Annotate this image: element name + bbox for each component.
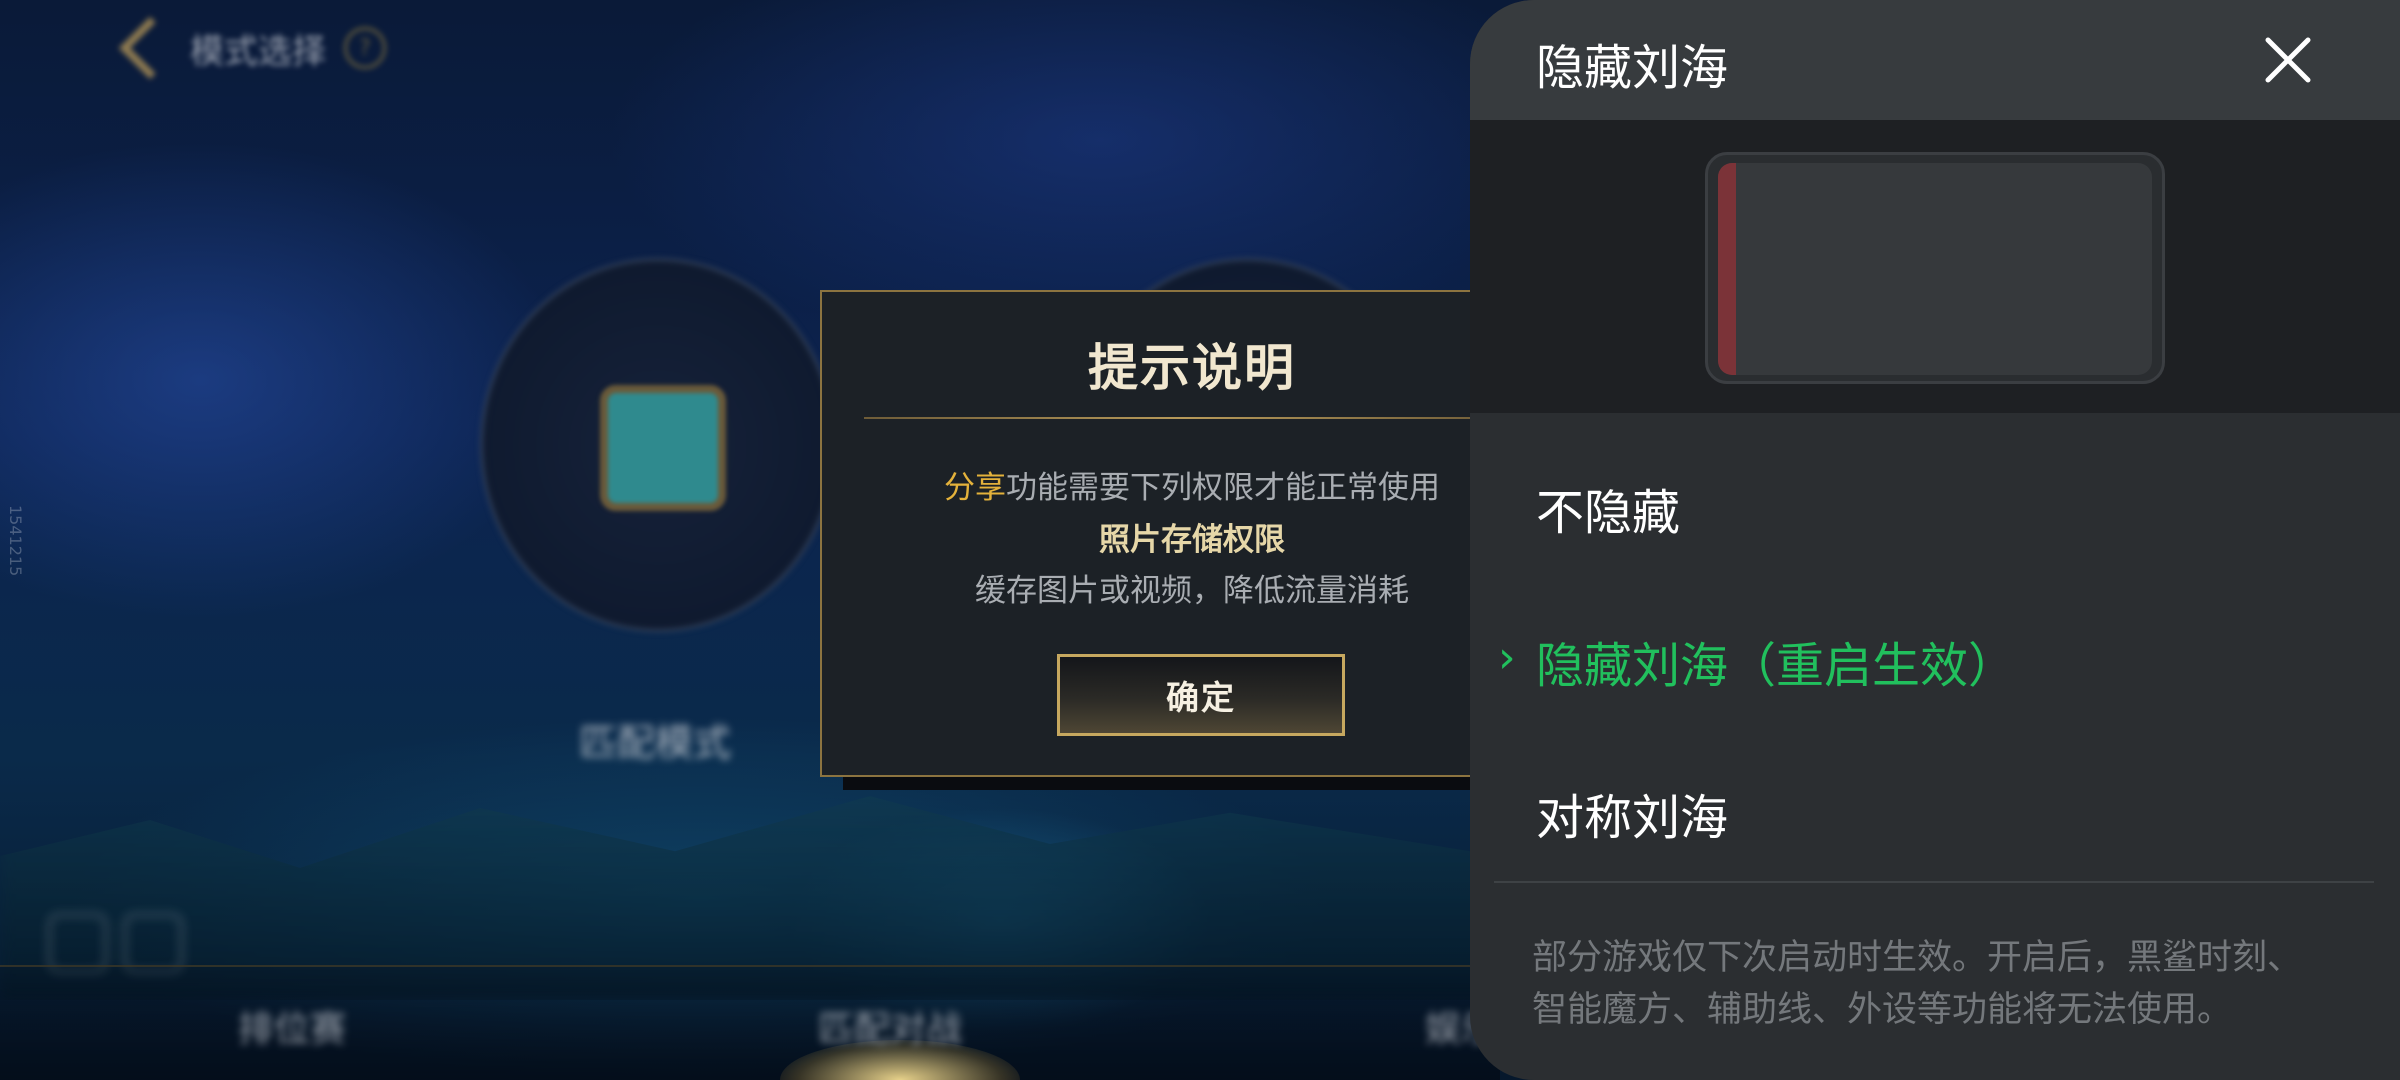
dialog-divider bbox=[864, 417, 1504, 419]
mode-label: 匹配模式 bbox=[578, 721, 731, 765]
dialog-share-highlight: 分享 bbox=[944, 470, 1006, 506]
dialog-intro-text: 功能需要下列权限才能正常使用 bbox=[1006, 470, 1440, 506]
top-nav: 模式选择 ? bbox=[118, 16, 386, 80]
panel-header: 隐藏刘海 bbox=[1470, 0, 2400, 120]
permission-dialog: 提示说明 分享功能需要下列权限才能正常使用 照片存储权限 缓存图片或视频，降低流… bbox=[820, 290, 1504, 777]
hide-notch-panel: 隐藏刘海 不隐藏 › 隐藏刘海（重启生效） 对称刘海 部分游戏仅下次启动时生效。… bbox=[1470, 0, 2400, 1080]
top-nav-title: 模式选择 bbox=[190, 31, 326, 72]
mode-icon bbox=[600, 385, 726, 511]
phone-preview bbox=[1705, 152, 2165, 384]
bottom-bar bbox=[0, 965, 1500, 1080]
screen: 模式选择 ? 匹配模式 1541215 ▢▢ 排位赛 匹配对战 娱乐 提示说明 … bbox=[0, 0, 2400, 1080]
confirm-button[interactable]: 确定 bbox=[1057, 654, 1345, 736]
bottom-tab-ranked[interactable]: 排位赛 bbox=[238, 1000, 346, 1052]
panel-title: 隐藏刘海 bbox=[1536, 40, 1729, 96]
phone-preview-screen bbox=[1718, 163, 2152, 375]
notch-preview-area bbox=[1470, 120, 2400, 413]
panel-note: 部分游戏仅下次启动时生效。开启后，黑鲨时刻、 智能魔方、辅助线、外设等功能将无法… bbox=[1532, 932, 2372, 1036]
help-icon[interactable]: ? bbox=[344, 27, 386, 69]
back-icon[interactable] bbox=[118, 16, 182, 80]
selected-arrow-icon: › bbox=[1498, 632, 1516, 683]
option-no-hide[interactable]: 不隐藏 bbox=[1536, 473, 1680, 543]
dialog-permission-desc: 缓存图片或视频，降低流量消耗 bbox=[975, 573, 1409, 609]
panel-note-line-2: 智能魔方、辅助线、外设等功能将无法使用。 bbox=[1532, 990, 2233, 1030]
bottom-tab-match[interactable]: 匹配对战 bbox=[818, 1000, 962, 1052]
option-symmetric-notch[interactable]: 对称刘海 bbox=[1536, 778, 1728, 848]
dialog-permission-name: 照片存储权限 bbox=[1099, 522, 1285, 558]
close-icon[interactable] bbox=[2258, 30, 2318, 90]
panel-divider bbox=[1494, 881, 2374, 883]
notch-indicator bbox=[1718, 163, 1736, 375]
dialog-permission-intro: 分享功能需要下列权限才能正常使用 bbox=[822, 462, 1562, 507]
side-id-text: 1541215 bbox=[6, 505, 25, 577]
panel-note-line-1: 部分游戏仅下次启动时生效。开启后，黑鲨时刻、 bbox=[1532, 938, 2303, 978]
option-hide-notch[interactable]: 隐藏刘海（重启生效） bbox=[1536, 626, 2016, 696]
dialog-title: 提示说明 bbox=[1088, 339, 1296, 397]
